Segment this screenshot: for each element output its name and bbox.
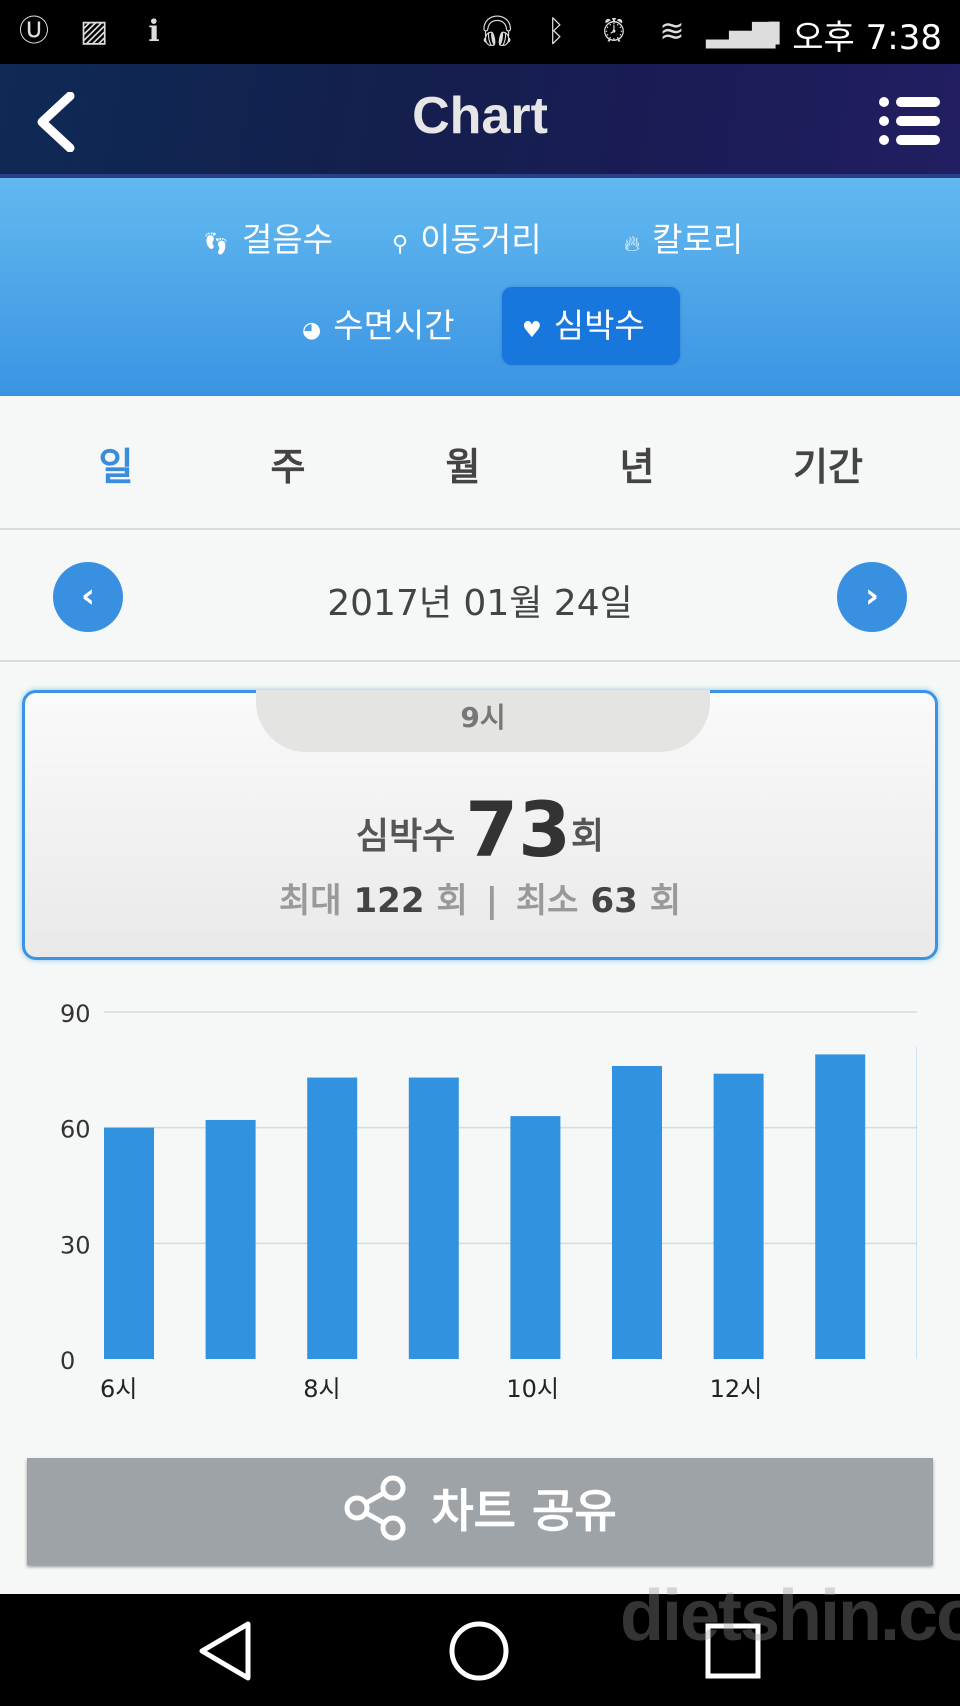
tab-heart-rate[interactable]: ♥ 심박수 — [502, 287, 680, 365]
footprints-icon: 👣︎ — [202, 232, 230, 257]
share-icon — [344, 1475, 406, 1541]
moon-icon: ◕ — [302, 318, 322, 343]
tab-label: 걸음수 — [241, 220, 334, 259]
tab-sleep[interactable]: ◕ 수면시간 — [282, 287, 475, 365]
tab-day[interactable]: 일 — [99, 436, 134, 491]
wifi-lock-icon: ≋ — [659, 14, 685, 49]
heart-pulse-icon: ♥ — [522, 318, 542, 343]
value-unit: 회 — [571, 816, 605, 857]
tab-month[interactable]: 월 — [446, 436, 481, 491]
flame-icon: 🔥︎ — [624, 232, 641, 257]
tab-range[interactable]: 기간 — [793, 436, 863, 491]
bar — [510, 1116, 561, 1359]
min-value: 63 — [590, 881, 638, 921]
date-navigator: ‹ 2017년 01월 24일 › — [0, 530, 960, 662]
max-label: 최대 — [278, 881, 342, 921]
tab-label: 칼로리 — [652, 220, 744, 259]
battery-icon: ▮ — [765, 14, 783, 49]
x-tick-label: 8시 — [303, 1375, 340, 1403]
signal-icon: ▂▄▆ — [706, 14, 776, 49]
bluetooth-icon: ᛒ — [547, 14, 565, 49]
value-label: 심박수 — [355, 816, 456, 857]
tab-steps[interactable]: 👣︎ 걸음수 — [182, 201, 353, 279]
back-triangle-icon[interactable] — [196, 1620, 256, 1682]
alarm-icon: ⏰︎ — [602, 14, 626, 49]
current-date: 2017년 01월 24일 — [327, 583, 633, 624]
app-header: Chart — [0, 64, 960, 178]
headset-icon: 🎧︎ — [478, 14, 517, 49]
period-tabs: 일 주 월 년 기간 — [0, 396, 960, 530]
tab-label: 심박수 — [553, 306, 645, 345]
y-tick-label: 90 — [60, 1000, 91, 1028]
uplus-icon: Ⓤ — [19, 14, 49, 49]
min-unit: 회 — [649, 881, 682, 921]
share-label: 차트 공유 — [431, 1484, 617, 1538]
route-icon: ⚲ — [392, 232, 409, 257]
min-label: 최소 — [515, 881, 579, 921]
tab-distance[interactable]: ⚲ 이동거리 — [372, 201, 562, 279]
tab-week[interactable]: 주 — [271, 436, 306, 491]
list-menu-icon[interactable] — [878, 94, 942, 148]
x-tick-label: 12시 — [710, 1375, 763, 1403]
tab-label: 수면시간 — [333, 306, 455, 345]
max-unit: 회 — [436, 881, 468, 921]
next-day-button[interactable]: › — [837, 562, 907, 632]
value-number: 73 — [465, 785, 571, 874]
tab-year[interactable]: 년 — [620, 436, 655, 491]
status-bar: Ⓤ ▨ ℹ 🎧︎ ᛒ ⏰︎ ≋ ▂▄▆ ▮ 오후 7:38 — [0, 0, 960, 64]
min-max-row: 최대 122 회 | 최소 63 회 — [25, 873, 935, 922]
bar — [408, 1077, 459, 1359]
bar — [815, 1054, 866, 1359]
metric-tabs: 👣︎ 걸음수 ⚲ 이동거리 🔥︎ 칼로리 ◕ 수면시간 ♥ 심박수 — [0, 178, 960, 396]
y-tick-label: 0 — [60, 1347, 75, 1375]
x-tick-label: 10시 — [506, 1375, 559, 1403]
selected-hour: 9시 — [256, 690, 710, 752]
heart-rate-value: 심박수 73회 — [25, 785, 935, 874]
x-tick-label: 6시 — [100, 1375, 137, 1403]
page-title: Chart — [412, 87, 548, 145]
home-circle-icon[interactable] — [448, 1620, 510, 1682]
bar — [713, 1073, 764, 1359]
clock: 오후 7:38 — [792, 18, 942, 58]
watermark: dietshin.com — [620, 1576, 960, 1656]
y-tick-label: 30 — [60, 1231, 91, 1259]
share-chart-button[interactable]: 차트 공유 — [27, 1458, 933, 1565]
bar — [205, 1119, 256, 1359]
separator: | — [485, 881, 499, 921]
tab-calories[interactable]: 🔥︎ 칼로리 — [604, 201, 763, 279]
bar — [307, 1077, 358, 1359]
summary-card: 9시 심박수 73회 최대 122 회 | 최소 63 회 — [22, 690, 938, 960]
bar — [612, 1065, 662, 1359]
bar — [104, 1127, 154, 1359]
y-tick-label: 60 — [60, 1116, 91, 1144]
gallery-icon: ▨ — [79, 14, 109, 49]
info-icon: ℹ — [148, 14, 160, 49]
max-value: 122 — [353, 881, 425, 921]
heart-rate-bar-chart: 0 30 60 90 6시 8시 10시 12시 — [60, 1000, 917, 1403]
tab-label: 이동거리 — [420, 220, 542, 259]
